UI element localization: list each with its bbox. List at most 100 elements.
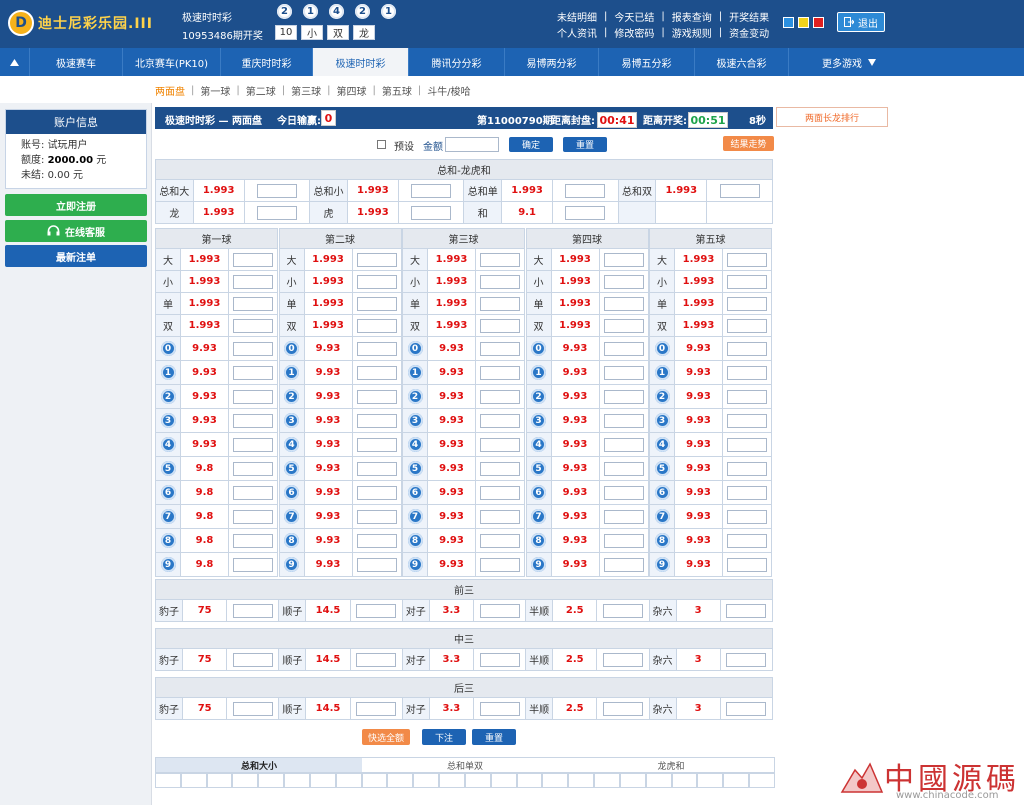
bet-amount-input[interactable] — [603, 365, 644, 380]
bet-amount-input[interactable] — [480, 389, 520, 404]
bet-amount-cell[interactable] — [598, 360, 649, 385]
bet-amount-input[interactable] — [727, 413, 767, 428]
bet-amount-input[interactable] — [356, 318, 397, 333]
bet-amount-input[interactable] — [233, 557, 273, 572]
link-change-password[interactable]: 修改密码 — [614, 25, 654, 40]
bet-amount-cell[interactable] — [475, 408, 525, 433]
bet-amount-input[interactable] — [603, 296, 644, 311]
bet-amount-cell[interactable] — [475, 360, 525, 385]
bet-amount-input[interactable] — [727, 461, 767, 476]
bet-amount-input[interactable] — [479, 652, 520, 667]
bet-amount-input[interactable] — [480, 318, 520, 333]
link-reports[interactable]: 报表查询 — [672, 9, 712, 24]
bet-amount-cell[interactable] — [243, 179, 311, 202]
link-funds[interactable]: 资金变动 — [729, 25, 769, 40]
bet-amount-cell[interactable] — [351, 248, 402, 271]
bet-amount-input[interactable] — [356, 365, 397, 380]
bet-amount-cell[interactable] — [228, 248, 278, 271]
bet-amount-input[interactable] — [233, 485, 273, 500]
bet-amount-input[interactable] — [727, 341, 767, 356]
bet-amount-cell[interactable] — [351, 360, 402, 385]
bet-amount-input[interactable] — [603, 274, 644, 289]
bet-amount-cell[interactable] — [351, 314, 402, 337]
bet-amount-input[interactable] — [233, 461, 273, 476]
bet-amount-cell[interactable] — [228, 292, 278, 315]
bet-amount-cell[interactable] — [349, 648, 403, 671]
bet-amount-cell[interactable] — [475, 480, 525, 505]
bet-amount-cell[interactable] — [722, 480, 772, 505]
bet-amount-input[interactable] — [232, 652, 273, 667]
bet-amount-cell[interactable] — [397, 179, 465, 202]
bet-amount-input[interactable] — [479, 701, 520, 716]
nav-item[interactable]: 腾讯分分彩 — [409, 48, 505, 76]
bet-amount-input[interactable] — [727, 485, 767, 500]
bet-amount-input[interactable] — [727, 274, 767, 289]
bet-amount-cell[interactable] — [475, 270, 525, 293]
tab-ball-3[interactable]: 第三球 — [291, 83, 321, 98]
bet-amount-input[interactable] — [480, 296, 520, 311]
bet-amount-cell[interactable] — [472, 697, 527, 720]
bet-amount-input[interactable] — [726, 701, 767, 716]
bet-amount-input[interactable] — [356, 509, 397, 524]
bet-amount-cell[interactable] — [351, 384, 402, 409]
bet-amount-cell[interactable] — [351, 480, 402, 505]
reset-bets-button[interactable]: 重置 — [472, 729, 516, 745]
latest-bets-button[interactable]: 最新注单 — [5, 245, 147, 267]
bet-amount-cell[interactable] — [351, 270, 402, 293]
bet-amount-cell[interactable] — [226, 648, 280, 671]
nav-toggle[interactable] — [0, 48, 30, 76]
bet-amount-cell[interactable] — [722, 314, 772, 337]
bet-amount-input[interactable] — [256, 183, 297, 198]
bet-amount-cell[interactable] — [475, 456, 525, 481]
bet-amount-input[interactable] — [480, 252, 520, 267]
bet-amount-input[interactable] — [356, 652, 397, 667]
bet-amount-input[interactable] — [480, 509, 520, 524]
bet-amount-cell[interactable] — [351, 456, 402, 481]
bet-amount-input[interactable] — [727, 296, 767, 311]
bet-amount-cell[interactable] — [598, 456, 649, 481]
bet-amount-cell[interactable] — [351, 552, 402, 577]
bet-amount-cell[interactable] — [598, 528, 649, 553]
bet-amount-cell[interactable] — [596, 697, 650, 720]
tab-ball-4[interactable]: 第四球 — [337, 83, 367, 98]
bet-amount-input[interactable] — [727, 252, 767, 267]
nav-item[interactable]: 北京赛车(PK10) — [123, 48, 221, 76]
bet-amount-cell[interactable] — [475, 432, 525, 457]
result-trend-button[interactable]: 结果走势 — [723, 136, 774, 151]
bet-amount-input[interactable] — [356, 603, 397, 618]
bet-amount-cell[interactable] — [722, 248, 772, 271]
bet-amount-cell[interactable] — [598, 292, 649, 315]
bet-amount-input[interactable] — [356, 274, 397, 289]
long-dragon-ranking-button[interactable]: 两面长龙排行 — [776, 107, 888, 127]
register-button[interactable]: 立即注册 — [5, 194, 147, 216]
bet-amount-cell[interactable] — [722, 552, 772, 577]
bet-amount-input[interactable] — [480, 437, 520, 452]
bet-amount-cell[interactable] — [598, 270, 649, 293]
tab-ball-5[interactable]: 第五球 — [382, 83, 412, 98]
bet-amount-input[interactable] — [602, 701, 643, 716]
bet-amount-cell[interactable] — [722, 456, 772, 481]
bet-amount-cell[interactable] — [226, 697, 280, 720]
bet-amount-input[interactable] — [603, 509, 644, 524]
bet-amount-input[interactable] — [233, 252, 273, 267]
skin-red[interactable] — [813, 17, 824, 28]
bet-amount-input[interactable] — [727, 437, 767, 452]
bet-amount-input[interactable] — [603, 413, 644, 428]
bet-amount-cell[interactable] — [475, 248, 525, 271]
bet-amount-input[interactable] — [233, 533, 273, 548]
bet-amount-cell[interactable] — [349, 599, 403, 622]
bet-amount-input[interactable] — [602, 603, 643, 618]
quick-select-all-button[interactable]: 快选全额 — [362, 729, 410, 745]
bet-amount-cell[interactable] — [598, 504, 649, 529]
bet-amount-cell[interactable] — [598, 336, 649, 361]
bet-amount-cell[interactable] — [475, 528, 525, 553]
bet-amount-cell[interactable] — [351, 292, 402, 315]
bet-amount-cell[interactable] — [722, 270, 772, 293]
logout-button[interactable]: 退出 — [837, 12, 885, 32]
bet-amount-cell[interactable] — [397, 201, 465, 224]
nav-item-active[interactable]: 极速时时彩 — [313, 48, 409, 76]
preset-checkbox[interactable] — [377, 140, 386, 149]
bet-amount-cell[interactable] — [228, 456, 278, 481]
bet-amount-input[interactable] — [233, 437, 273, 452]
bet-amount-cell[interactable] — [706, 179, 773, 202]
